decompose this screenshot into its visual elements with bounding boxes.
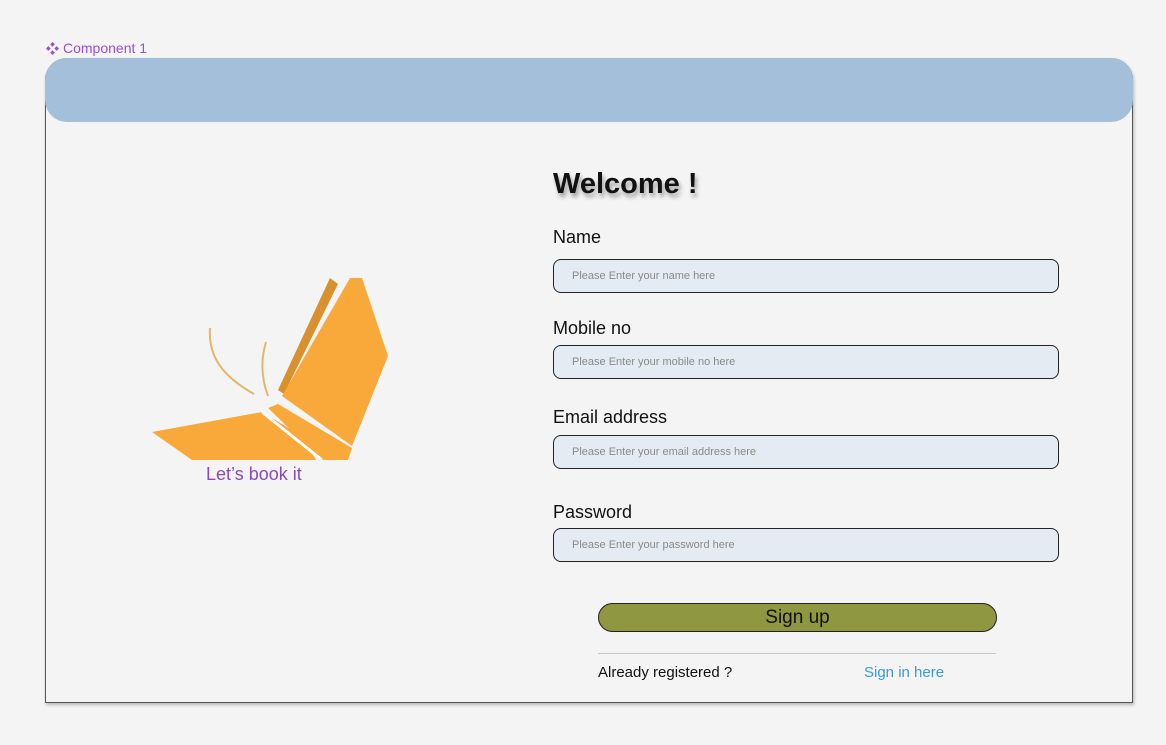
already-registered-text: Already registered ? xyxy=(598,664,733,681)
divider xyxy=(598,653,996,654)
brand-tagline: Let’s book it xyxy=(206,464,302,484)
header-bar xyxy=(45,58,1133,122)
mobile-input[interactable] xyxy=(553,345,1059,379)
component-label: Component 1 xyxy=(46,40,147,56)
sign-in-link[interactable]: Sign in here xyxy=(864,664,944,681)
email-input[interactable] xyxy=(553,435,1059,469)
name-input[interactable] xyxy=(553,259,1059,293)
page-title: Welcome ! xyxy=(553,168,698,200)
password-label: Password xyxy=(553,502,633,522)
name-label: Name xyxy=(553,227,602,247)
butterfly-book-logo-icon xyxy=(152,278,388,462)
component-icon xyxy=(46,41,59,55)
email-label: Email address xyxy=(553,407,668,427)
mobile-label: Mobile no xyxy=(553,318,632,338)
password-input[interactable] xyxy=(553,528,1059,562)
sign-up-button[interactable]: Sign up xyxy=(598,603,997,632)
signup-card: Let’s book it Welcome ! Name Mobile no E… xyxy=(45,58,1133,703)
component-label-text: Component 1 xyxy=(63,40,148,56)
